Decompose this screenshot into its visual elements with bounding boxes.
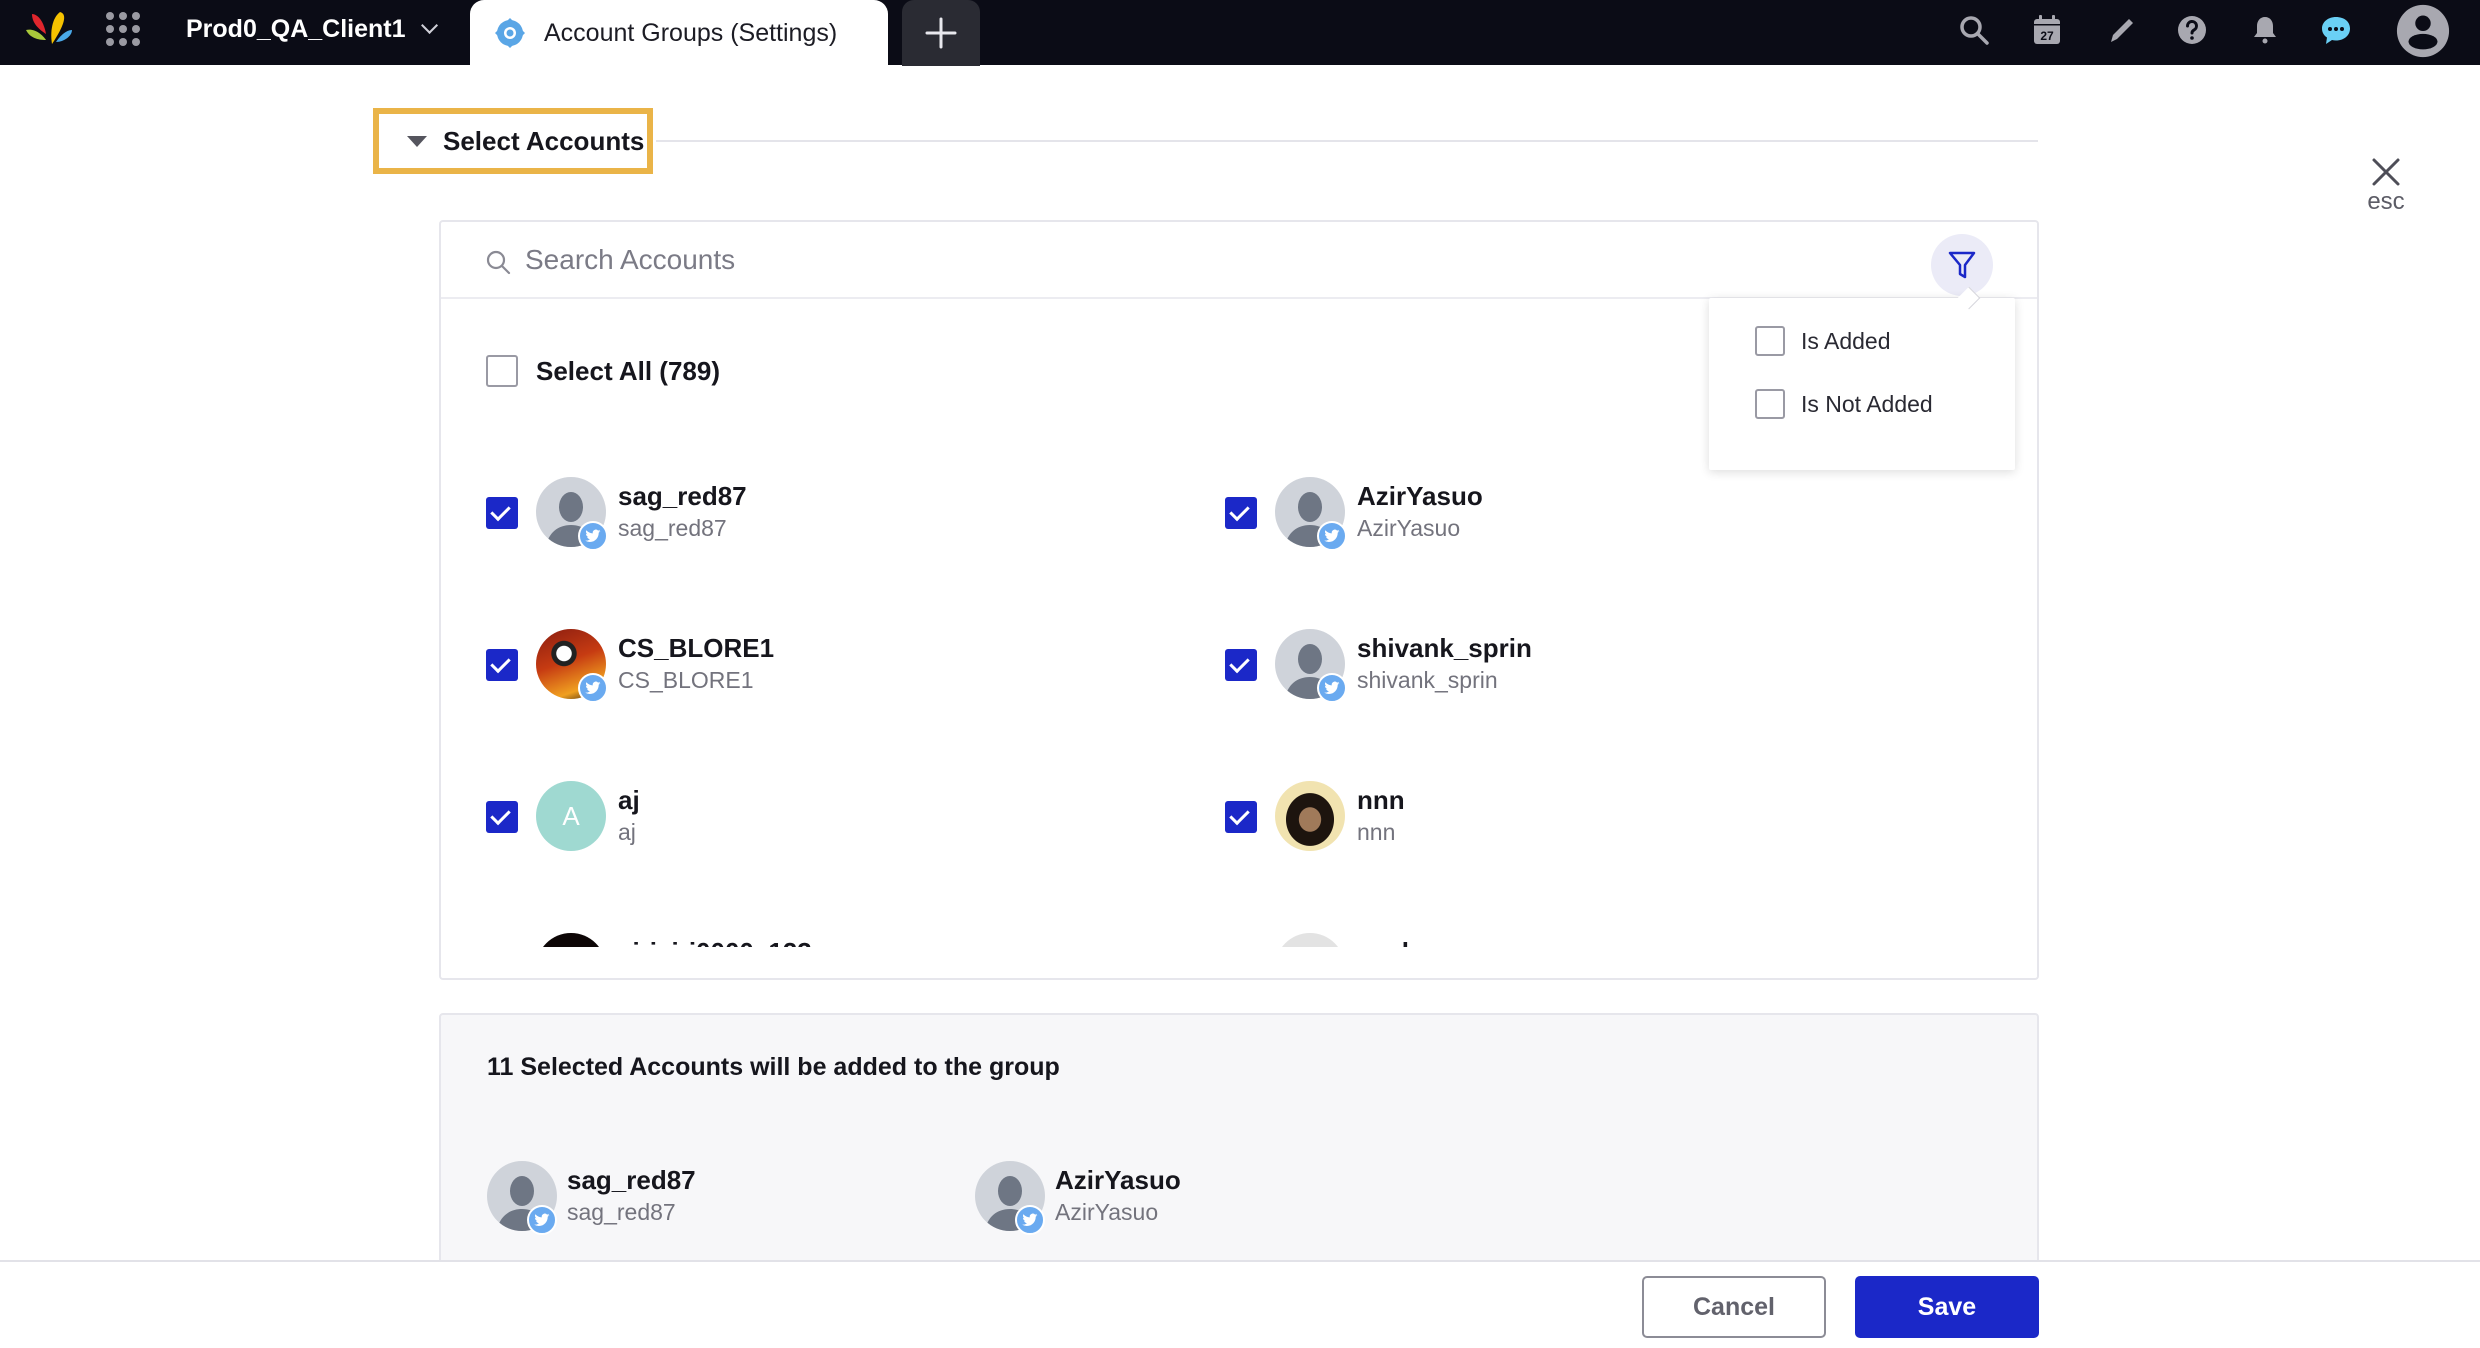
chevron-down-icon [420,16,438,34]
workspace-switcher[interactable]: Prod0_QA_Client1 [186,13,438,45]
filter-icon [1948,251,1976,279]
account-handle: nnn [1357,819,1396,845]
close-icon [2372,158,2400,186]
account-item[interactable]: AzirYasuo AzirYasuo [1225,477,1865,551]
section-title: Select Accounts [443,125,645,156]
esc-hint: esc [2367,188,2405,215]
account-handle: shivank_sprin [1357,667,1498,693]
account-item[interactable]: sushmavara [1225,933,1865,947]
selected-account-item: AzirYasuo AzirYasuo [975,1161,1435,1235]
calendar-day: 27 [2040,29,2054,43]
account-handle: sag_red87 [567,1199,676,1225]
account-checkbox[interactable] [486,497,518,529]
tab-label: Account Groups (Settings) [544,18,838,47]
app-logo-icon[interactable] [24,8,78,50]
account-name: AzirYasuo [1357,481,1483,511]
select-all-checkbox[interactable] [486,355,518,387]
account-name: shivank_sprin [1357,633,1532,663]
account-handle: sag_red87 [618,515,727,541]
avatar [1275,933,1345,947]
selected-account-item: sag_red87 sag_red87 [487,1161,947,1235]
twitter-icon [527,1205,557,1235]
account-checkbox[interactable] [1225,497,1257,529]
plus-icon [925,17,957,49]
avatar: A [536,781,606,851]
compose-button[interactable] [2100,8,2144,52]
account-handle: aj [618,819,636,845]
messages-button[interactable] [2314,8,2358,52]
notifications-button[interactable] [2243,8,2287,52]
twitter-icon [1015,1205,1045,1235]
help-button[interactable] [2170,8,2214,52]
help-icon [2178,16,2206,44]
avatar [536,933,606,947]
cancel-button[interactable]: Cancel [1642,1276,1826,1338]
account-checkbox[interactable] [486,649,518,681]
top-bar: Prod0_QA_Client1 Account Groups (Setting… [0,0,2480,66]
account-item[interactable]: CS_BLORE1 CS_BLORE1 [486,629,1126,703]
account-checkbox[interactable] [486,801,518,833]
account-checkbox[interactable] [1225,649,1257,681]
caret-down-icon [407,135,427,147]
account-name: nnn [1357,785,1405,815]
avatar [1275,781,1345,851]
filter-button[interactable] [1931,234,1993,296]
selected-summary-panel: 11 Selected Accounts will be added to th… [439,1013,2039,1283]
search-bar [441,222,2037,299]
twitter-icon [1317,673,1347,703]
account-name: sushmavara [1357,937,1509,947]
filter-option-is-not-added[interactable]: Is Not Added [1755,389,1933,419]
gear-icon [495,18,525,48]
tab-account-groups[interactable]: Account Groups (Settings) [470,0,888,66]
filter-checkbox[interactable] [1755,389,1785,419]
account-name: sirisiri0000_123 [618,937,812,947]
filter-option-label: Is Added [1801,327,1891,354]
account-handle: CS_BLORE1 [618,667,754,693]
select-all-label: Select All (789) [536,355,721,386]
account-handle: AzirYasuo [1357,515,1461,541]
global-search-button[interactable] [1952,8,1996,52]
twitter-icon [1317,521,1347,551]
account-item[interactable]: sirisiri0000_123 [486,933,1126,947]
profile-button[interactable] [2394,2,2452,60]
calendar-icon: 27 [2034,15,2060,44]
search-icon [1960,16,1989,45]
account-handle: AzirYasuo [1055,1199,1159,1225]
account-name: sag_red87 [618,481,747,511]
select-all-row[interactable]: Select All (789) [486,355,720,387]
filter-checkbox[interactable] [1755,326,1785,356]
account-name: CS_BLORE1 [618,633,775,663]
chat-icon [2322,17,2350,44]
footer-bar: Cancel Save [0,1260,2480,1348]
account-name: AzirYasuo [1055,1165,1181,1195]
workspace-name: Prod0_QA_Client1 [186,14,406,43]
search-accounts-input[interactable] [525,238,1525,282]
select-accounts-toggle[interactable]: Select Accounts [373,108,653,174]
twitter-icon [578,673,608,703]
new-tab-button[interactable] [902,0,980,66]
app-launcher-icon[interactable] [104,10,142,48]
account-item[interactable]: A aj aj [486,781,1126,853]
save-button[interactable]: Save [1855,1276,2039,1338]
filter-option-label: Is Not Added [1801,390,1933,417]
avatar-initial: A [562,800,580,831]
account-checkbox[interactable] [1225,801,1257,833]
account-item[interactable]: nnn nnn [1225,781,1865,853]
calendar-button[interactable]: 27 [2025,8,2069,52]
account-item[interactable]: shivank_sprin shivank_sprin [1225,629,1865,703]
account-item[interactable]: sag_red87 sag_red87 [486,477,1126,551]
selected-count-heading: 11 Selected Accounts will be added to th… [487,1053,1060,1081]
edit-icon [2111,19,2133,42]
account-name: sag_red87 [567,1165,696,1195]
filter-option-is-added[interactable]: Is Added [1755,326,1891,356]
profile-icon [2396,4,2450,58]
section-divider [656,140,2038,142]
bell-icon [2254,17,2276,44]
filter-dropdown: Is Added Is Not Added [1709,286,2015,470]
account-name: aj [618,785,640,815]
twitter-icon [578,521,608,551]
search-icon [486,250,511,275]
